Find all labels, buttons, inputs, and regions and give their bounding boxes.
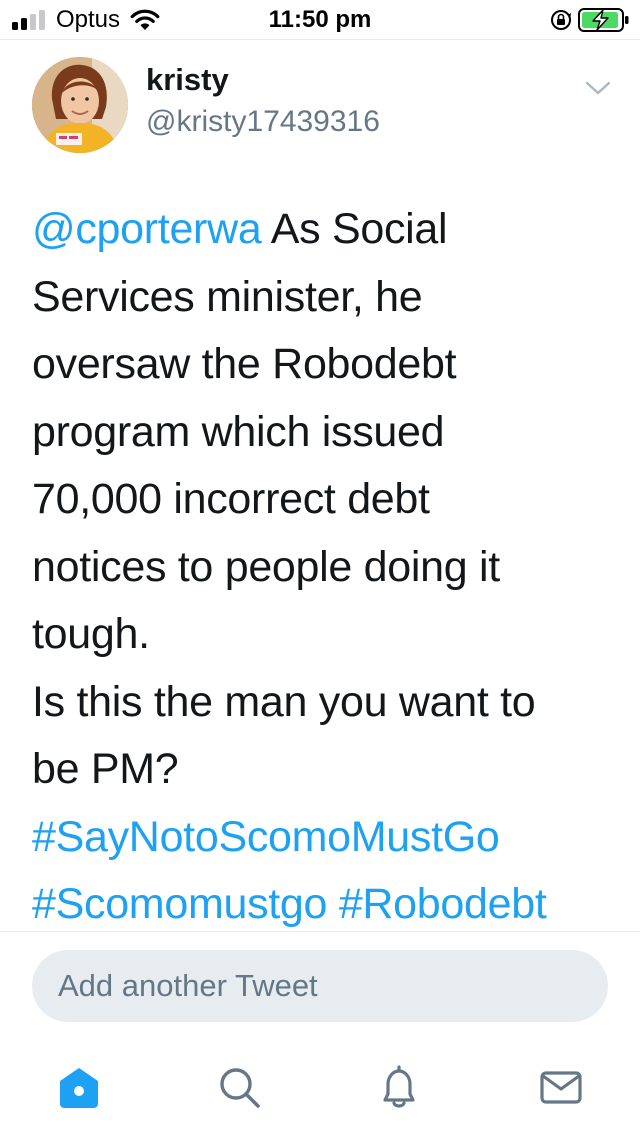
tweet-line: #SayNotoScomoMustGo bbox=[32, 804, 632, 872]
mention-link[interactable]: @cporterwa bbox=[32, 205, 262, 253]
orientation-lock-icon bbox=[551, 10, 571, 30]
status-time: 11:50 pm bbox=[268, 6, 372, 33]
chevron-down-icon[interactable] bbox=[584, 78, 612, 98]
hashtag-link[interactable]: #Robodebt bbox=[339, 880, 547, 928]
home-icon[interactable] bbox=[56, 1064, 102, 1110]
search-icon[interactable] bbox=[216, 1064, 262, 1110]
battery-charging-icon bbox=[578, 8, 629, 32]
messages-icon[interactable] bbox=[538, 1064, 584, 1110]
tweet-line: program which issued bbox=[32, 407, 445, 456]
author-display-name[interactable]: kristy bbox=[146, 62, 229, 98]
author-handle[interactable]: @kristy17439316 bbox=[146, 104, 380, 140]
tweet-line: #Scomomustgo #Robodebt bbox=[32, 871, 632, 939]
add-tweet-input[interactable]: Add another Tweet bbox=[32, 950, 608, 1022]
tweet-line: tough. bbox=[32, 610, 150, 658]
tweet-line-text: As Social bbox=[261, 205, 448, 253]
status-bar: Optus 11:50 pm bbox=[0, 0, 640, 40]
tweet-text: @cporterwa As Social Services minister, … bbox=[32, 196, 632, 939]
tab-bar bbox=[0, 1040, 640, 1136]
tweet-line: oversaw the Robodebt bbox=[32, 340, 457, 388]
tweet-line: @cporterwa As Social bbox=[32, 196, 632, 264]
tweet-line: notices to people doing it bbox=[32, 542, 500, 591]
tweet-line: 70,000 incorrect debt bbox=[32, 475, 430, 523]
tweet-line: Services minister, he bbox=[32, 272, 423, 321]
notifications-icon[interactable] bbox=[376, 1064, 422, 1110]
divider bbox=[0, 931, 640, 932]
hashtag-link[interactable]: #SayNotoScomoMustGo bbox=[32, 813, 500, 861]
tweet-line: Is this the man you want to bbox=[32, 677, 536, 726]
tweet-line: be PM? bbox=[32, 745, 179, 793]
hashtag-link[interactable]: #Scomomustgo bbox=[32, 880, 327, 928]
author-avatar[interactable] bbox=[32, 57, 128, 153]
